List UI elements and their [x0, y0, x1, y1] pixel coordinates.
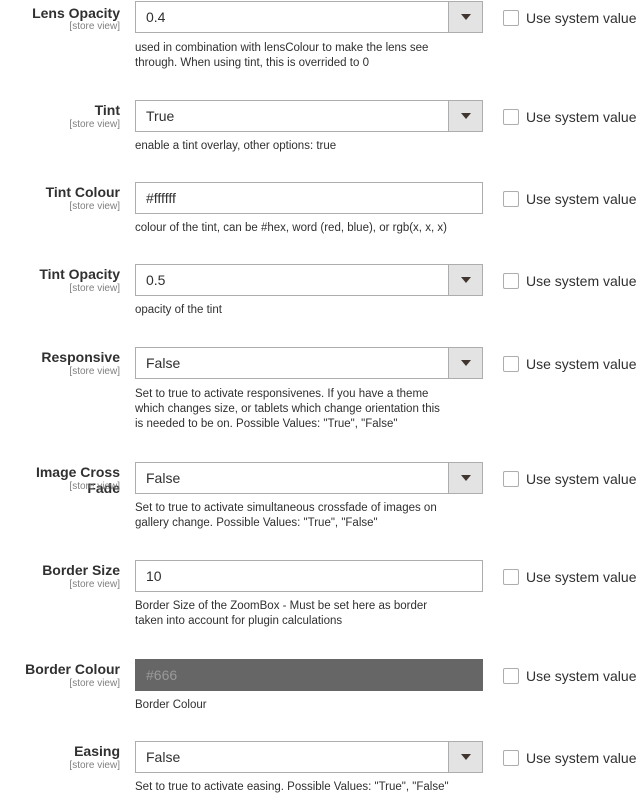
scope-label: [store view] — [69, 366, 120, 377]
use-system-value-label[interactable]: Use system value — [526, 568, 640, 586]
field-label: Border Size — [42, 562, 120, 578]
scope-label: [store view] — [69, 678, 120, 689]
dropdown-arrow-icon[interactable] — [448, 265, 482, 295]
input-value: 10 — [146, 568, 162, 584]
select-value: False — [146, 749, 181, 765]
tint-opacity-select[interactable]: 0.5 — [135, 264, 483, 296]
note-line: Set to true to activate simultaneous cro… — [135, 502, 437, 514]
responsive-select[interactable]: False — [135, 347, 483, 379]
select-value: False — [146, 355, 181, 371]
use-system-value-label[interactable]: Use system value — [526, 470, 640, 488]
tint-select[interactable]: True — [135, 100, 483, 132]
select-value: False — [146, 470, 181, 486]
scope-label: [store view] — [69, 481, 120, 492]
note-line: used in combination with lensColour to m… — [135, 42, 429, 54]
field-label: Tint Opacity — [39, 266, 120, 282]
use-system-value-checkbox[interactable] — [503, 569, 519, 585]
use-system-value-label[interactable]: Use system value — [526, 749, 640, 767]
field-note: used in combination with lensColour to m… — [135, 41, 485, 71]
field-label: Tint Colour — [45, 184, 120, 200]
field-label: Tint — [94, 102, 120, 118]
note-line: opacity of the tint — [135, 304, 222, 316]
tint-colour-input[interactable]: #ffffff — [135, 182, 483, 214]
field-note: Border Size of the ZoomBox - Must be set… — [135, 599, 485, 629]
field-note: Set to true to activate easing. Possible… — [135, 780, 485, 795]
easing-select[interactable]: False — [135, 741, 483, 773]
field-label: Easing — [74, 743, 120, 759]
scope-label: [store view] — [69, 760, 120, 771]
dropdown-arrow-icon[interactable] — [448, 2, 482, 32]
image-cross-fade-select[interactable]: False — [135, 462, 483, 494]
use-system-value-checkbox[interactable] — [503, 109, 519, 125]
note-line: Border Size of the ZoomBox - Must be set… — [135, 600, 428, 612]
field-note: Set to true to activate simultaneous cro… — [135, 501, 485, 531]
dropdown-arrow-icon[interactable] — [448, 348, 482, 378]
note-line: is needed to be on. Possible Values: "Tr… — [135, 418, 398, 430]
use-system-value-checkbox[interactable] — [503, 10, 519, 26]
field-note: Border Colour — [135, 698, 485, 713]
note-line: through. When using tint, this is overri… — [135, 57, 369, 69]
scope-label: [store view] — [69, 283, 120, 294]
scope-label: [store view] — [69, 119, 120, 130]
scope-label: [store view] — [69, 579, 120, 590]
field-label: Responsive — [41, 349, 120, 365]
dropdown-arrow-icon[interactable] — [448, 742, 482, 772]
dropdown-arrow-icon[interactable] — [448, 463, 482, 493]
input-value: #ffffff — [146, 190, 176, 206]
scope-label: [store view] — [69, 201, 120, 212]
use-system-value-label[interactable]: Use system value — [526, 355, 640, 373]
dropdown-arrow-icon[interactable] — [448, 101, 482, 131]
note-line: gallery change. Possible Values: "True",… — [135, 517, 378, 529]
use-system-value-checkbox[interactable] — [503, 471, 519, 487]
use-system-value-label[interactable]: Use system value — [526, 9, 640, 27]
note-line: taken into account for plugin calculatio… — [135, 615, 343, 627]
note-line: Border Colour — [135, 699, 207, 711]
use-system-value-label[interactable]: Use system value — [526, 108, 640, 126]
note-line: Set to true to activate easing. Possible… — [135, 781, 449, 793]
note-line: colour of the tint, can be #hex, word (r… — [135, 222, 447, 234]
select-value: True — [146, 108, 175, 124]
use-system-value-checkbox[interactable] — [503, 668, 519, 684]
scope-label: [store view] — [69, 21, 120, 32]
use-system-value-checkbox[interactable] — [503, 191, 519, 207]
use-system-value-checkbox[interactable] — [503, 356, 519, 372]
use-system-value-label[interactable]: Use system value — [526, 272, 640, 290]
field-note: opacity of the tint — [135, 303, 485, 318]
field-note: Set to true to activate responsivenes. I… — [135, 387, 485, 432]
field-note: colour of the tint, can be #hex, word (r… — [135, 221, 485, 236]
field-label: Border Colour — [25, 661, 120, 677]
use-system-value-label[interactable]: Use system value — [526, 667, 640, 685]
use-system-value-checkbox[interactable] — [503, 750, 519, 766]
note-line: Set to true to activate responsivenes. I… — [135, 388, 429, 400]
note-line: enable a tint overlay, other options: tr… — [135, 140, 337, 152]
lens-opacity-select[interactable]: 0.4 — [135, 1, 483, 33]
note-line: which changes size, or tablets which cha… — [135, 403, 440, 415]
border-size-input[interactable]: 10 — [135, 560, 483, 592]
border-colour-picker[interactable]: #666 — [135, 659, 483, 691]
select-value: 0.4 — [146, 9, 166, 25]
field-note: enable a tint overlay, other options: tr… — [135, 139, 485, 154]
use-system-value-label[interactable]: Use system value — [526, 190, 640, 208]
input-value: #666 — [146, 667, 178, 683]
field-label: Lens Opacity — [32, 5, 120, 21]
use-system-value-checkbox[interactable] — [503, 273, 519, 289]
select-value: 0.5 — [146, 272, 166, 288]
